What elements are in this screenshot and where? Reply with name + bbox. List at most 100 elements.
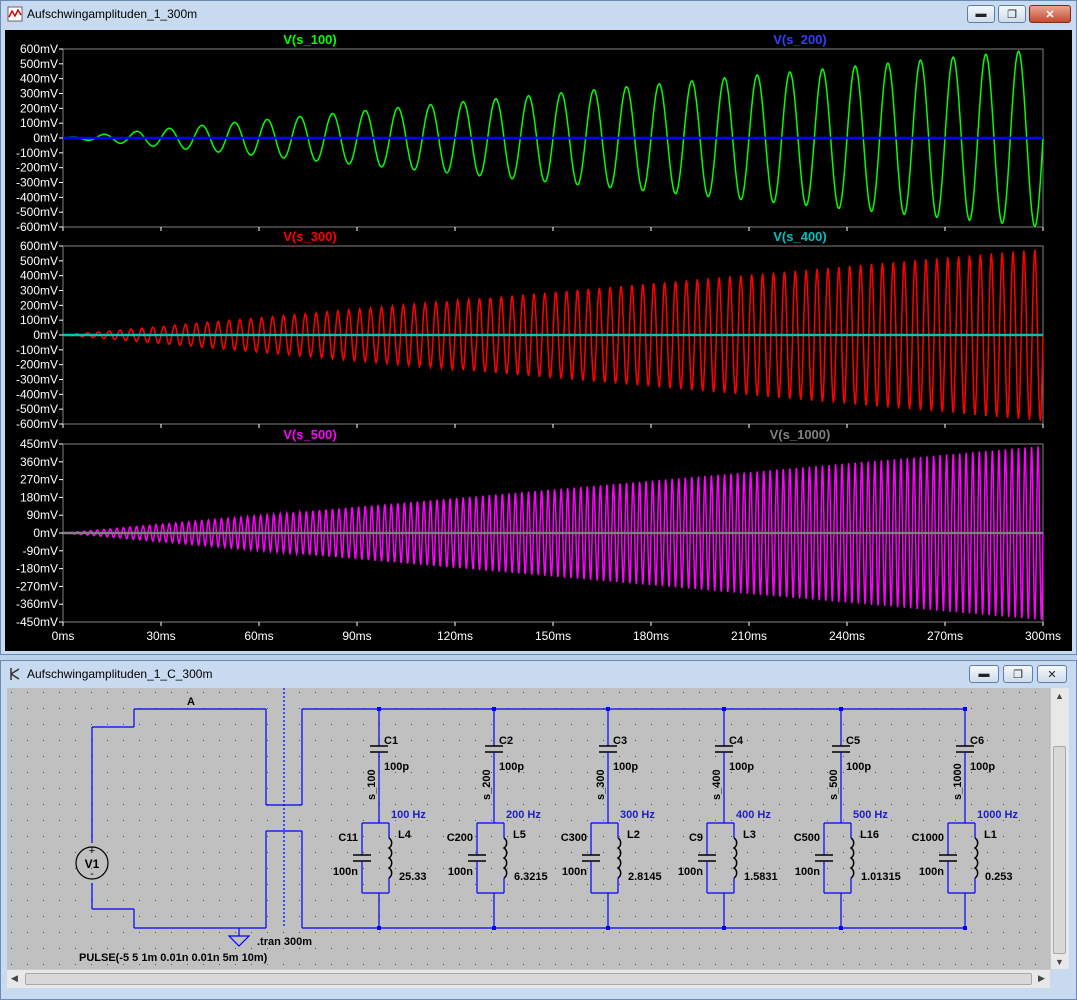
grid-dot <box>155 820 156 821</box>
grid-dot <box>651 868 652 869</box>
grid-dot <box>427 884 428 885</box>
grid-dot <box>11 772 12 773</box>
grid-dot <box>539 900 540 901</box>
grid-dot <box>475 820 476 821</box>
grid-dot <box>571 740 572 741</box>
scroll-right-arrow-icon[interactable]: ▶ <box>1034 971 1049 986</box>
close-button[interactable]: ✕ <box>1029 5 1071 23</box>
grid-dot <box>427 932 428 933</box>
grid-dot <box>459 724 460 725</box>
scroll-down-arrow-icon[interactable]: ▼ <box>1052 954 1067 969</box>
grid-dot <box>347 852 348 853</box>
grid-dot <box>475 948 476 949</box>
grid-dot <box>123 836 124 837</box>
grid-dot <box>875 756 876 757</box>
grid-dot <box>939 932 940 933</box>
grid-dot <box>219 756 220 757</box>
grid-dot <box>299 868 300 869</box>
schematic-window-title: Aufschwingamplituden_1_C_300m <box>27 667 213 681</box>
schematic-close-button[interactable]: ✕ <box>1037 665 1067 683</box>
grid-dot <box>267 756 268 757</box>
waveform-plot-area[interactable]: 600mV 500mV 400mV 300mV 200mV 100mV 0mV -100mV -… <box>5 30 1072 651</box>
grid-dot <box>1019 916 1020 917</box>
scroll-up-arrow-icon[interactable]: ▲ <box>1052 688 1067 703</box>
grid-dot <box>139 868 140 869</box>
schematic-restore-button[interactable]: ❐ <box>1003 665 1033 683</box>
grid-dot <box>1019 868 1020 869</box>
grid-dot <box>427 820 428 821</box>
grid-dot <box>43 868 44 869</box>
grid-dot <box>651 772 652 773</box>
schematic-window[interactable]: Aufschwingamplituden_1_C_300m ▬ ❐ ✕ A + V1… <box>0 660 1077 1000</box>
grid-dot <box>219 948 220 949</box>
waveform-titlebar[interactable]: Aufschwingamplituden_1_300m ▬ ❐ ✕ <box>1 1 1076 29</box>
grid-dot <box>379 884 380 885</box>
parallel-cap-value: 100n <box>919 866 944 878</box>
waveform-plot-svg[interactable]: 600mV500mV400mV300mV200mV100mV0mV-100mV-… <box>5 30 1072 651</box>
schematic-svg[interactable]: A+V1-PULSE(-5 5 1m 0.01n 0.01n 5m 10m).t… <box>7 688 1050 969</box>
vertical-scrollbar[interactable]: ▲ ▼ <box>1050 688 1069 969</box>
grid-dot <box>267 964 268 965</box>
grid-dot <box>763 804 764 805</box>
grid-dot <box>795 948 796 949</box>
grid-dot <box>107 852 108 853</box>
y-tick-label: -400mV <box>16 190 58 204</box>
grid-dot <box>299 852 300 853</box>
grid-dot <box>507 900 508 901</box>
restore-button[interactable]: ❐ <box>998 5 1026 23</box>
grid-dot <box>811 948 812 949</box>
grid-dot <box>1035 884 1036 885</box>
horizontal-scrollbar[interactable]: ◀ ▶ <box>7 969 1050 988</box>
grid-dot <box>459 948 460 949</box>
grid-dot <box>715 884 716 885</box>
grid-dot <box>1035 964 1036 965</box>
grid-dot <box>11 884 12 885</box>
schematic-titlebar[interactable]: Aufschwingamplituden_1_C_300m ▬ ❐ ✕ <box>1 661 1076 689</box>
grid-dot <box>651 756 652 757</box>
grid-dot <box>235 884 236 885</box>
frequency-label: 400 Hz <box>736 809 771 821</box>
grid-dot <box>683 788 684 789</box>
grid-dot <box>603 740 604 741</box>
schematic-minimize-button[interactable]: ▬ <box>969 665 999 683</box>
vertical-scroll-thumb[interactable] <box>1053 746 1066 954</box>
grid-dot <box>11 852 12 853</box>
waveform-window[interactable]: Aufschwingamplituden_1_300m ▬ ❐ ✕ 600mV 5… <box>0 0 1077 655</box>
grid-dot <box>27 852 28 853</box>
grid-dot <box>667 884 668 885</box>
grid-dot <box>715 964 716 965</box>
grid-dot <box>811 932 812 933</box>
grid-dot <box>11 868 12 869</box>
minimize-button[interactable]: ▬ <box>967 5 995 23</box>
grid-dot <box>235 820 236 821</box>
grid-dot <box>603 964 604 965</box>
horizontal-scroll-thumb[interactable] <box>25 973 1032 985</box>
x-tick-label: 120ms <box>437 629 473 643</box>
grid-dot <box>475 868 476 869</box>
waveform-window-title: Aufschwingamplituden_1_300m <box>27 7 198 21</box>
grid-dot <box>187 948 188 949</box>
grid-dot <box>75 756 76 757</box>
grid-dot <box>187 820 188 821</box>
grid-dot <box>331 852 332 853</box>
grid-dot <box>507 804 508 805</box>
grid-dot <box>827 948 828 949</box>
grid-dot <box>107 788 108 789</box>
grid-dot <box>859 884 860 885</box>
schematic-canvas[interactable]: A + V1- PULSE(-5 5 1m 0.01n 0.01n 5m 10m) .t… <box>7 688 1050 969</box>
grid-dot <box>75 852 76 853</box>
grid-dot <box>235 788 236 789</box>
grid-dot <box>203 788 204 789</box>
grid-dot <box>363 804 364 805</box>
y-tick-label: -100mV <box>16 343 58 357</box>
scroll-left-arrow-icon[interactable]: ◀ <box>7 971 22 986</box>
grid-dot <box>475 692 476 693</box>
x-tick-label: 150ms <box>535 629 571 643</box>
grid-dot <box>1019 884 1020 885</box>
grid-dot <box>123 820 124 821</box>
grid-dot <box>603 820 604 821</box>
grid-dot <box>731 788 732 789</box>
parallel-cap-name: C300 <box>561 832 587 844</box>
grid-dot <box>587 820 588 821</box>
grid-dot <box>443 964 444 965</box>
